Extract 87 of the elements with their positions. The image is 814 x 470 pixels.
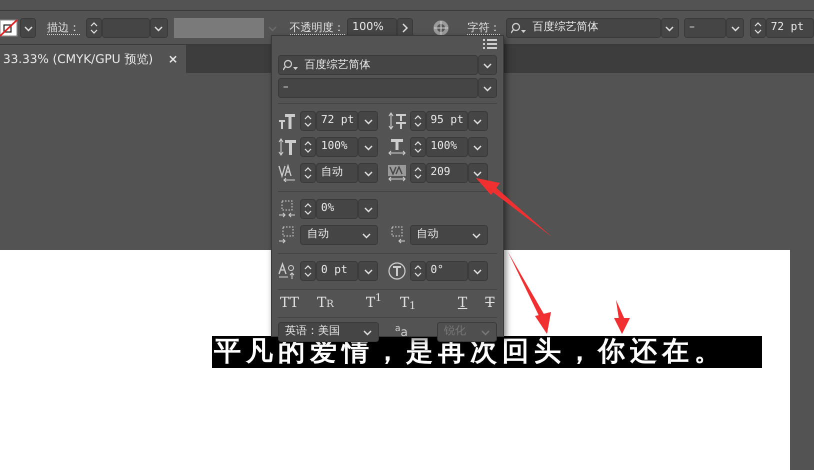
stroke-weight-field[interactable] — [102, 18, 150, 38]
dropdown-button[interactable] — [358, 260, 378, 280]
arrow — [614, 300, 630, 334]
value-field[interactable]: 209 — [426, 162, 468, 182]
spin-button[interactable] — [410, 162, 426, 182]
up-down-arrows-icon — [303, 138, 313, 154]
dropdown-field[interactable]: 自动 — [410, 224, 488, 244]
language-dropdown[interactable]: 英语：美国 — [278, 322, 379, 342]
value-field[interactable]: 72 pt — [316, 110, 358, 130]
text-style-button[interactable]: TT — [278, 294, 301, 312]
dropdown-button[interactable] — [468, 260, 488, 280]
dropdown-button[interactable] — [660, 18, 679, 38]
up-down-arrows-icon — [752, 20, 763, 36]
leading-icon — [388, 112, 406, 130]
value-field[interactable]: 0% — [316, 198, 358, 218]
value-field[interactable]: 100% — [316, 136, 358, 156]
baseline-shift-icon — [278, 262, 296, 280]
text-style-button[interactable]: T$^{1}$ — [364, 294, 384, 312]
value-field[interactable]: 0 pt — [316, 260, 358, 280]
tsume-icon — [278, 200, 296, 218]
dropdown-button[interactable] — [358, 198, 378, 218]
up-down-arrows-icon — [303, 200, 313, 216]
dropdown-button[interactable] — [358, 162, 378, 182]
stroke-swatch-icon[interactable] — [0, 18, 18, 36]
close-button[interactable]: × — [168, 50, 178, 68]
dropdown-button[interactable] — [358, 136, 378, 156]
value-field[interactable]: 自动 — [316, 162, 358, 182]
dropdown-button[interactable] — [478, 54, 497, 75]
font-style-field[interactable]: – — [278, 78, 478, 98]
spin-button[interactable] — [300, 110, 316, 130]
spin-button[interactable] — [300, 162, 316, 182]
up-down-arrows-icon — [412, 164, 422, 180]
up-down-arrows-icon — [412, 138, 422, 154]
font-size-icon — [278, 112, 296, 130]
spin-button[interactable] — [410, 260, 426, 280]
rotation-icon — [388, 262, 406, 280]
spin-button[interactable] — [410, 110, 426, 130]
next-button[interactable] — [397, 18, 414, 38]
menu-icon[interactable] — [483, 39, 497, 49]
font-style-field[interactable]: – — [684, 18, 726, 38]
space-before-icon — [278, 226, 296, 244]
value-field[interactable]: 100% — [426, 136, 468, 156]
up-down-arrows-icon — [303, 112, 313, 128]
search-icon — [283, 58, 299, 71]
globe-icon[interactable] — [433, 20, 450, 36]
font-field[interactable]: 百度综艺简体 — [278, 54, 478, 75]
search-icon — [510, 22, 527, 34]
up-down-arrows-icon — [88, 20, 98, 36]
dropdown-button[interactable] — [468, 110, 488, 130]
spin-button[interactable] — [300, 260, 316, 280]
up-down-arrows-icon — [412, 262, 422, 278]
text-style-button[interactable]: T — [456, 294, 470, 312]
font-field[interactable]: 百度综艺简体 — [506, 18, 661, 38]
vertical-scale-icon — [278, 138, 296, 156]
spin-button[interactable] — [300, 198, 316, 218]
dropdown-button[interactable] — [20, 18, 36, 38]
dropdown-button[interactable] — [468, 162, 488, 182]
document-tab[interactable]: 33.33% (CMYK/GPU 预览) × — [0, 45, 186, 73]
dropdown-button[interactable] — [726, 18, 744, 38]
dropdown-button[interactable] — [358, 110, 378, 130]
text-style-button[interactable]: Tr — [314, 294, 336, 312]
spin-button[interactable] — [300, 136, 316, 156]
antialias-label: $^{a}$a — [395, 323, 408, 338]
horizontal-scale-icon — [388, 138, 406, 156]
font-name: 百度综艺简体 — [304, 56, 370, 72]
dropdown-button[interactable] — [468, 136, 488, 156]
font-size-field[interactable]: 72 pt — [766, 18, 814, 38]
spin-button[interactable] — [86, 18, 102, 38]
up-down-arrows-icon — [303, 164, 313, 180]
chevron-right-icon — [401, 22, 410, 34]
opacity-field[interactable]: 100% — [347, 18, 398, 38]
up-down-arrows-icon — [303, 262, 313, 278]
value-field[interactable]: 95 pt — [426, 110, 468, 130]
text-style-button[interactable]: T — [483, 294, 497, 312]
spin-button[interactable] — [750, 18, 766, 38]
stroke-label: 描边： — [47, 20, 80, 34]
tracking-icon — [388, 164, 406, 182]
text-style-button[interactable]: T$_{1}$ — [398, 294, 418, 312]
dropdown-button[interactable] — [150, 18, 168, 38]
dropdown-button[interactable] — [478, 78, 497, 98]
spin-button[interactable] — [410, 136, 426, 156]
up-down-arrows-icon — [412, 112, 422, 128]
value-field[interactable]: 0° — [426, 260, 468, 280]
dropdown-field[interactable]: 自动 — [300, 224, 378, 244]
document-title: 33.33% (CMYK/GPU 预览) — [3, 51, 154, 68]
kerning-icon — [278, 164, 296, 182]
font-name: 百度综艺简体 — [532, 19, 598, 36]
